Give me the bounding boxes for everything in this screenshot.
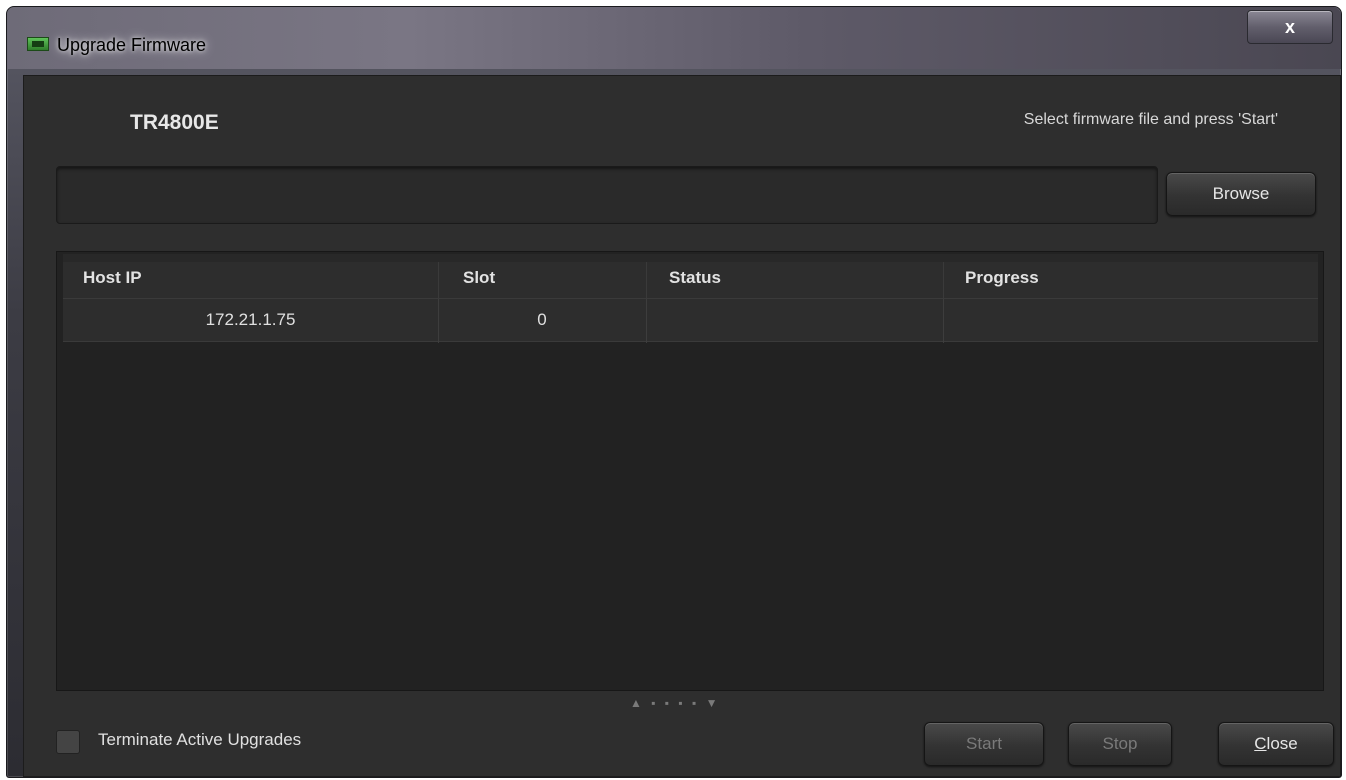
device-name: TR4800E xyxy=(130,111,219,134)
hosts-table: Host IP Slot Status Progress 172.21.1.75… xyxy=(56,251,1324,691)
network-card-icon xyxy=(27,37,49,51)
cell-status xyxy=(646,299,943,341)
stop-button[interactable]: Stop xyxy=(1068,722,1172,766)
cell-host-ip: 172.21.1.75 xyxy=(205,310,296,329)
column-header-host-ip[interactable]: Host IP xyxy=(83,268,142,288)
cell-divider xyxy=(438,299,439,343)
splitter-handle[interactable]: ▲ ▪ ▪ ▪ ▪ ▼ xyxy=(630,696,720,710)
upgrade-firmware-dialog: Upgrade Firmware x TR4800E Select firmwa… xyxy=(6,6,1342,778)
terminate-active-upgrades-label[interactable]: Terminate Active Upgrades xyxy=(98,730,301,750)
column-header-progress[interactable]: Progress xyxy=(965,268,1039,288)
dialog-client-area: TR4800E Select firmware file and press '… xyxy=(23,75,1341,777)
terminate-active-upgrades-checkbox[interactable] xyxy=(56,730,80,754)
cell-progress xyxy=(943,299,1318,341)
close-mnemonic: C xyxy=(1254,734,1267,753)
firmware-file-path-input[interactable] xyxy=(56,166,1158,224)
window-title: Upgrade Firmware xyxy=(57,35,207,55)
start-button[interactable]: Start xyxy=(924,722,1044,766)
table-header: Host IP Slot Status Progress xyxy=(63,254,1318,306)
table-row[interactable]: 172.21.1.75 0 xyxy=(63,298,1318,343)
column-header-status[interactable]: Status xyxy=(669,268,721,288)
instruction-text: Select firmware file and press 'Start' xyxy=(1023,111,1278,128)
close-label-rest: lose xyxy=(1266,734,1298,753)
close-button[interactable]: Close xyxy=(1218,722,1334,766)
window-close-button[interactable]: x xyxy=(1247,10,1333,44)
cell-divider xyxy=(943,299,944,343)
cell-divider xyxy=(646,299,647,343)
browse-button[interactable]: Browse xyxy=(1166,172,1316,216)
column-header-slot[interactable]: Slot xyxy=(463,268,495,288)
cell-slot: 0 xyxy=(537,310,547,329)
title-bar[interactable]: Upgrade Firmware x xyxy=(7,7,1341,69)
